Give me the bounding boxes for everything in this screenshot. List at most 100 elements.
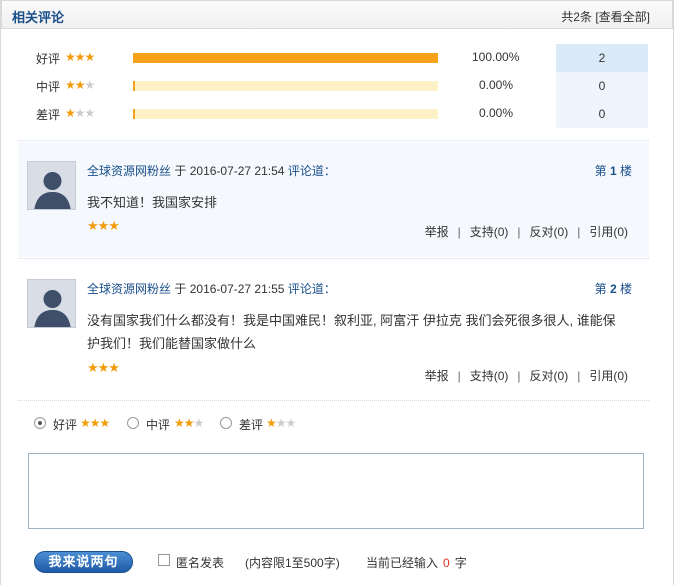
radio-bad[interactable] [220,417,232,429]
separator: | [577,225,581,239]
anonymous-checkbox[interactable] [158,554,170,566]
default-avatar-icon [28,162,75,209]
comment-textarea[interactable] [28,453,644,529]
stat-row-neutral: 中评 ★★★ 0.00% 0 [1,72,673,100]
star-icon-group: ★★★ [266,416,296,430]
report-link[interactable]: 举报 [425,369,449,383]
star-icon-group: ★★★ [80,416,110,430]
comment-at: 于 [174,282,187,296]
separator: | [577,369,581,383]
stars-off: ★ [84,78,96,92]
quote-link[interactable]: 引用(0) [589,225,628,239]
progress-fill [133,53,438,63]
anonymous-label[interactable]: 匿名发表 [176,554,224,571]
avatar [27,161,76,210]
support-link[interactable]: 支持(0) [470,225,509,239]
typed-counter: 当前已经输入 0 字 [366,554,467,571]
star-icon-group: ★★★ [65,50,95,64]
floor-post: 楼 [619,282,632,296]
stars-off: ★★ [74,106,95,120]
floor-num: 2 [609,282,617,296]
separator: | [457,225,461,239]
separator: | [517,369,521,383]
floor-num: 1 [609,164,617,178]
comment-meta: 全球资源网粉丝 于 2016-07-27 21:54 评论道： [87,162,336,179]
comment-text: 我不知道！我国家安排 [87,195,218,210]
panel-header: 相关评论 共2条 [查看全部] [1,0,673,29]
star-icon-group: ★★★ [174,416,205,430]
comment-item: 全球资源网粉丝 于 2016-07-27 21:55 评论道： 第 2 楼 没有… [18,260,649,400]
panel-title: 相关评论 [12,10,65,25]
star-icon-group: ★★★ [65,106,95,120]
comments-panel: 相关评论 共2条 [查看全部] 好评 ★★★ 100.00% 2 中评 ★★★ … [0,0,674,585]
report-link[interactable]: 举报 [425,225,449,239]
stars-off: ★★ [275,416,296,430]
oppose-link[interactable]: 反对(0) [530,369,569,383]
typed-post: 字 [454,556,467,570]
rating-selector: 好评 ★★★ 中评 ★★★ 差评 ★★★ [34,415,434,435]
radio-label[interactable]: 好评 [53,416,77,433]
stars-on: ★ [266,416,277,430]
progress-fill [133,81,135,91]
stat-percent: 0.00% [479,78,514,92]
floor-pre: 第 [594,282,607,296]
stat-row-good: 好评 ★★★ 100.00% 2 [1,44,673,72]
comment-stars-icon: ★★★ [87,360,120,375]
submit-comment-button[interactable]: 我来说两句 [34,551,133,573]
progress-track [133,109,438,119]
typed-pre: 当前已经输入 [366,556,439,570]
comment-text: 没有国家我们什么都没有！我是中国难民！叙利亚, 阿富汗 伊拉克 我们会死很多很人… [87,313,616,351]
comment-time: 2016-07-27 21:55 [189,282,285,296]
stat-label: 中评 [36,80,61,94]
stat-row-bad: 差评 ★★★ 0.00% 0 [1,100,673,128]
support-link[interactable]: 支持(0) [470,369,509,383]
radio-good[interactable] [34,417,46,429]
rating-stats: 好评 ★★★ 100.00% 2 中评 ★★★ 0.00% 0 差评 ★★★ 0… [1,40,673,136]
comment-author[interactable]: 全球资源网粉丝 [87,164,171,178]
separator: | [457,369,461,383]
typed-count: 0 [443,556,450,570]
quote-link[interactable]: 引用(0) [589,369,628,383]
avatar [27,279,76,328]
comment-verb: 评论道： [287,282,336,296]
progress-track [133,81,438,91]
stars-on: ★★ [65,78,85,92]
radio-neutral[interactable] [127,417,139,429]
separator: | [517,225,521,239]
comment-time: 2016-07-27 21:54 [189,164,285,178]
comment-meta: 全球资源网粉丝 于 2016-07-27 21:55 评论道： [87,280,336,297]
comment-item: 全球资源网粉丝 于 2016-07-27 21:54 评论道： 第 1 楼 我不… [18,142,649,257]
comment-verb: 评论道： [287,164,336,178]
default-avatar-icon [28,280,75,327]
progress-track [133,53,438,63]
length-limit-note: (内容限1至500字) [245,556,340,570]
stars-on: ★★★ [65,50,95,64]
stat-count: 2 [556,44,648,72]
divider [18,258,649,259]
floor-number: 第 2 楼 [595,280,632,297]
radio-label[interactable]: 中评 [146,416,170,433]
divider [18,400,649,401]
comment-actions: 举报 | 支持(0) | 反对(0) | 引用(0) [425,223,628,240]
oppose-link[interactable]: 反对(0) [530,225,569,239]
floor-number: 第 1 楼 [595,162,632,179]
stars-off: ★ [193,416,205,430]
radio-label[interactable]: 差评 [239,416,263,433]
floor-pre: 第 [594,164,607,178]
stat-percent: 100.00% [472,50,520,64]
comment-actions: 举报 | 支持(0) | 反对(0) | 引用(0) [425,367,628,384]
comment-at: 于 [174,164,187,178]
stars-on: ★★★ [80,416,110,430]
floor-post: 楼 [619,164,632,178]
view-all-link[interactable]: [查看全部] [595,10,650,24]
stat-label: 好评 [36,52,61,66]
stars-on: ★ [65,106,76,120]
stat-percent: 0.00% [479,106,514,120]
count-text: 共2条 [561,10,592,24]
progress-fill [133,109,135,119]
stars-on: ★★ [174,416,194,430]
stat-label: 差评 [36,108,61,122]
comment-author[interactable]: 全球资源网粉丝 [87,282,171,296]
stat-count: 0 [556,100,648,128]
divider [18,140,649,141]
